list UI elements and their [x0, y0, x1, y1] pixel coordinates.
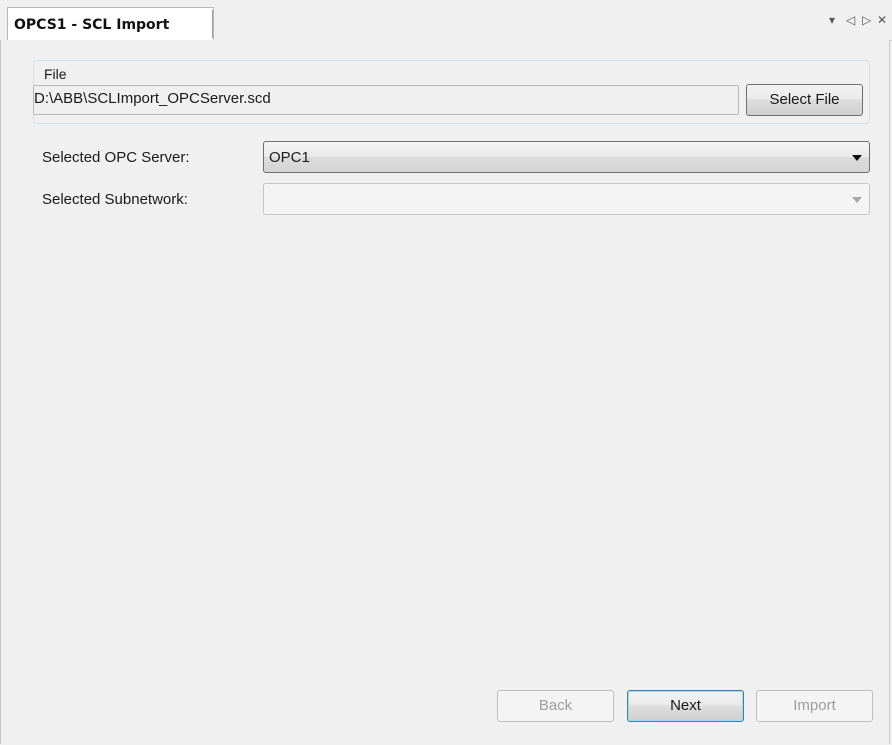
subnetwork-label: Selected Subnetwork: [42, 191, 188, 208]
tab-title: OPCS1 - SCL Import [14, 17, 170, 33]
scl-import-window: OPCS1 - SCL Import ▾ ◁ ▷ ✕ File D:\ABB\S… [0, 0, 892, 745]
chevron-down-icon[interactable]: ▾ [829, 12, 835, 28]
scroll-right-icon[interactable]: ▷ [862, 12, 871, 28]
opc-server-value: OPC1 [269, 149, 310, 166]
tab-bar: OPCS1 - SCL Import ▾ ◁ ▷ ✕ [0, 0, 892, 41]
close-icon[interactable]: ✕ [877, 12, 887, 28]
back-button[interactable]: Back [497, 690, 614, 722]
chevron-down-icon [852, 155, 862, 161]
opc-server-label: Selected OPC Server: [42, 149, 190, 166]
file-path-field: D:\ABB\SCLImport_OPCServer.scd [33, 85, 739, 115]
select-file-button[interactable]: Select File [746, 84, 863, 116]
file-group-legend: File [42, 66, 69, 82]
import-button[interactable]: Import [756, 690, 873, 722]
subnetwork-dropdown[interactable] [263, 183, 870, 215]
scroll-left-icon[interactable]: ◁ [846, 12, 855, 28]
tab-scl-import[interactable]: OPCS1 - SCL Import [7, 7, 214, 40]
tab-separator [212, 10, 213, 38]
next-button[interactable]: Next [627, 690, 744, 722]
chevron-down-icon [852, 197, 862, 203]
opc-server-dropdown[interactable]: OPC1 [263, 141, 870, 173]
